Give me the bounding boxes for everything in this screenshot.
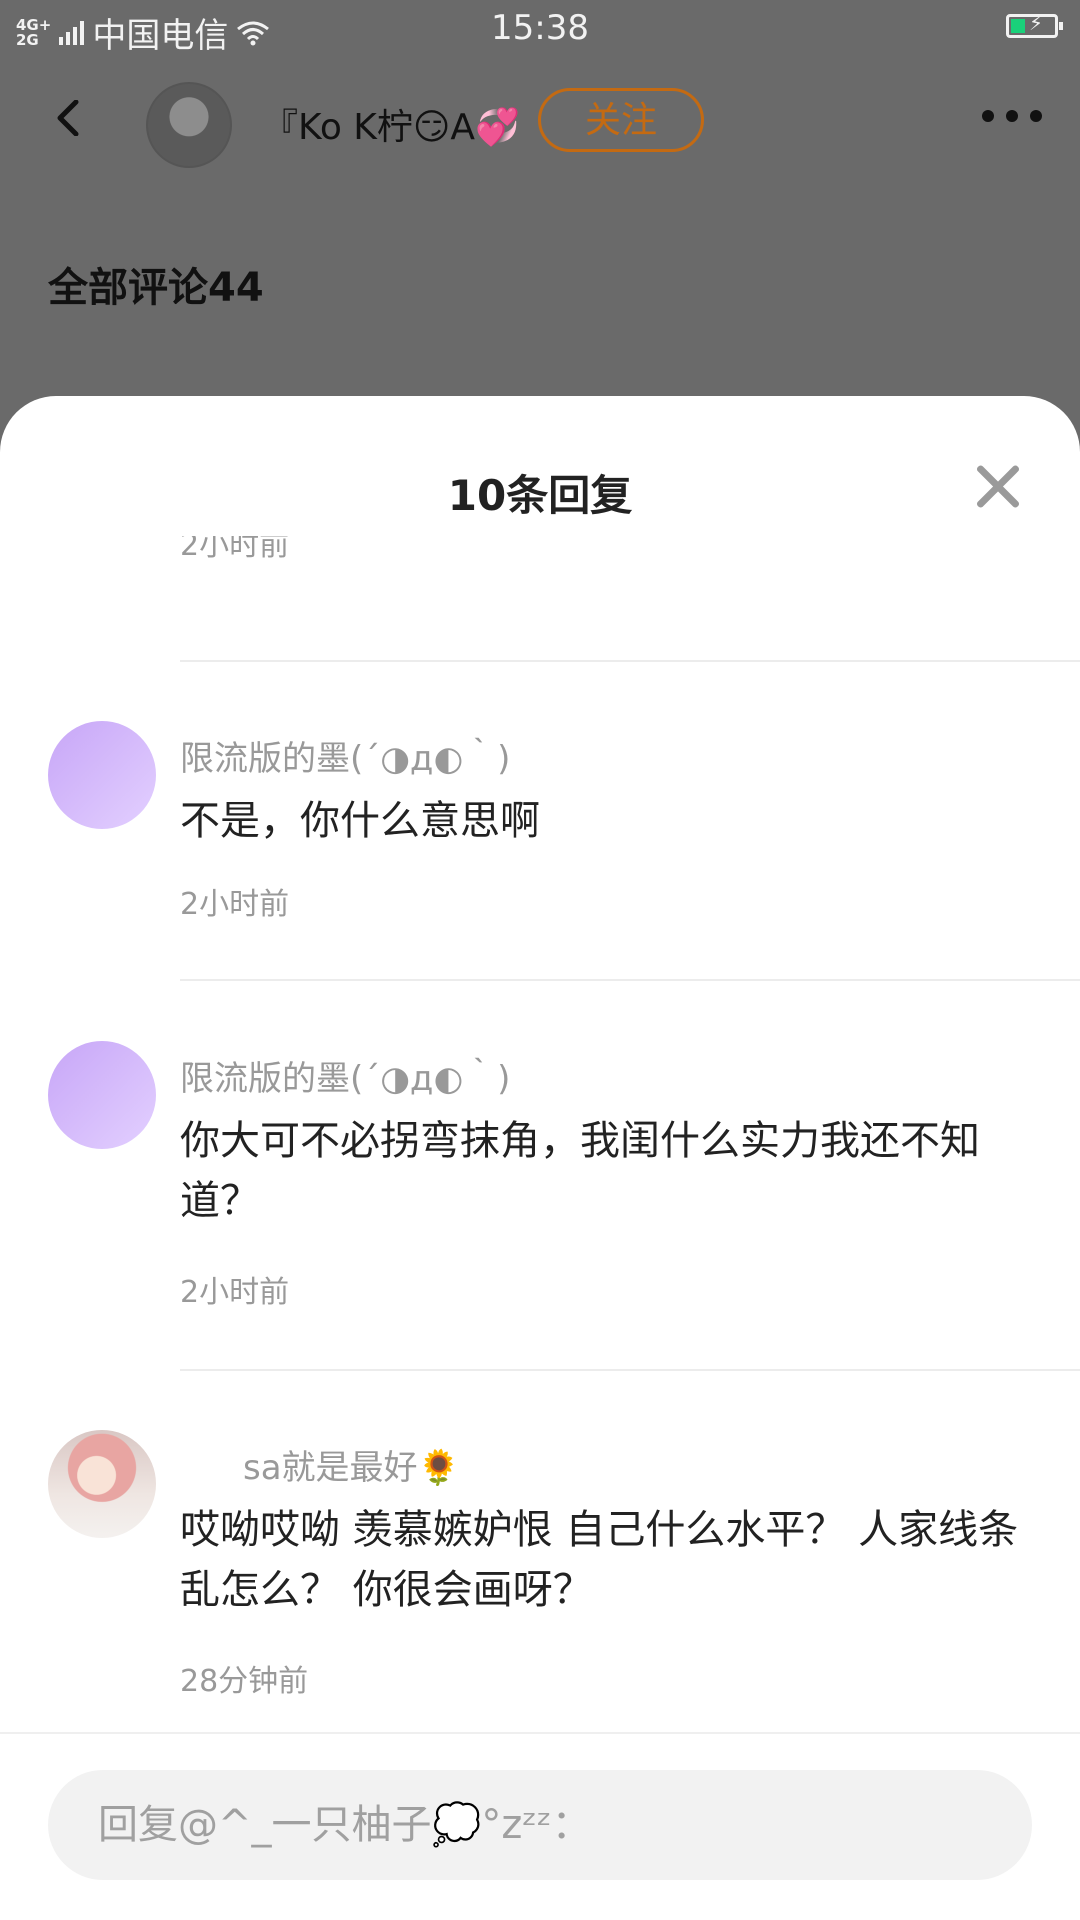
replies-sheet: 10条回复 2小时前 限流版的墨(´◑д◐｀) 不是，你什么意思啊 2小时前 限…	[0, 396, 1080, 1920]
reply-time: 2小时前	[180, 1275, 290, 1310]
back-arrow-icon[interactable]	[50, 100, 86, 136]
reply-input-bar	[0, 1732, 1080, 1920]
avatar[interactable]	[48, 1430, 156, 1538]
avatar[interactable]	[48, 1041, 156, 1149]
reply-item[interactable]: 限流版的墨(´◑д◐｀) 不是，你什么意思啊 2小时前	[0, 721, 1080, 981]
follow-button[interactable]: 关注	[538, 88, 704, 152]
close-icon[interactable]	[974, 462, 1022, 510]
reply-text: 哎呦哎呦 羡慕嫉妒恨 自己什么水平？ 人家线条乱怎么？ 你很会画呀？	[180, 1507, 1019, 1613]
all-comments-heading: 全部评论44	[48, 265, 264, 311]
reply-item[interactable]: sa就是最好🌻 哎呦哎呦 羡慕嫉妒恨 自己什么水平？ 人家线条乱怎么？ 你很会画…	[0, 1430, 1080, 1730]
author-avatar[interactable]	[146, 82, 232, 168]
reply-text: 不是，你什么意思啊	[180, 798, 540, 844]
divider	[180, 660, 1080, 662]
divider	[180, 1369, 1080, 1371]
status-time: 15:38	[491, 8, 589, 48]
nav-bar: 『Ko K柠😏A💞 关注	[0, 70, 1080, 180]
author-name[interactable]: 『Ko K柠😏A💞	[262, 98, 520, 150]
avatar[interactable]	[48, 721, 156, 829]
reply-list[interactable]: 2小时前 限流版的墨(´◑д◐｀) 不是，你什么意思啊 2小时前 限流版的墨(´…	[0, 536, 1080, 1736]
reply-username[interactable]: sa就是最好🌻	[243, 1440, 460, 1489]
divider	[180, 979, 1080, 981]
reply-username[interactable]: 限流版的墨(´◑д◐｀)	[180, 731, 510, 780]
reply-item[interactable]: 限流版的墨(´◑д◐｀) 你大可不必拐弯抹角，我闺什么实力我还不知道？ 2小时前	[0, 1041, 1080, 1371]
reply-time: 2小时前	[180, 536, 290, 563]
reply-time: 28分钟前	[180, 1664, 309, 1699]
reply-input[interactable]	[48, 1770, 1032, 1880]
reply-time: 2小时前	[180, 887, 290, 922]
reply-text: 你大可不必拐弯抹角，我闺什么实力我还不知道？	[180, 1118, 980, 1224]
battery-icon: ⚡	[1006, 11, 1063, 38]
sheet-title: 10条回复	[447, 471, 633, 520]
more-options-icon[interactable]	[982, 110, 1042, 122]
reply-username[interactable]: 限流版的墨(´◑д◐｀)	[180, 1051, 510, 1100]
status-bar: 4G+ 2G 中国电信 15:38 ⚡	[0, 0, 1080, 60]
